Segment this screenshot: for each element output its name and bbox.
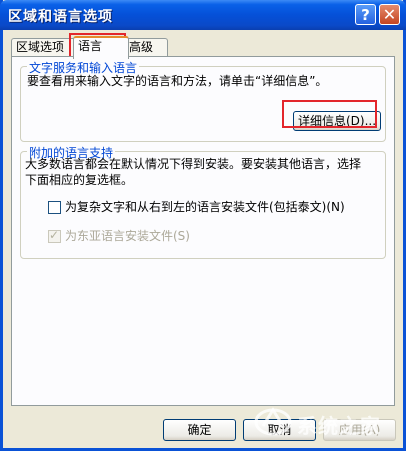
supplemental-description-line1: 大多数语言都会在默认情况下得到安装。要安装其他语言，选择 [25, 157, 362, 171]
east-asian-label[interactable]: 为东亚语言安装文件(S) [65, 228, 190, 244]
east-asian-checkbox[interactable]: ✓ [48, 228, 61, 243]
help-icon: ? [361, 6, 370, 24]
details-highlight [282, 100, 377, 128]
ok-button[interactable]: 确定 [163, 419, 236, 441]
tab-advanced[interactable]: 高级 [124, 38, 168, 57]
complex-script-label[interactable]: 为复杂文字和从右到左的语言安装文件(包括泰文)(N) [65, 199, 345, 215]
help-button[interactable]: ? [355, 4, 376, 25]
watermark-logo: 系统之家 [253, 400, 403, 446]
checkmark-icon: ✓ [49, 228, 60, 242]
complex-script-checkbox[interactable] [48, 201, 61, 214]
supplemental-language-group: 附加的语言支持 大多数语言都会在默认情况下得到安装。要安装其他语言，选择 下面相… [20, 144, 386, 259]
supplemental-description-line2: 下面相应的复选框。 [25, 173, 134, 187]
text-services-description: 要查看用来输入文字的语言和方法，请单击“详细信息”。 [27, 74, 328, 88]
close-button[interactable]: ✕ [379, 4, 400, 25]
window-title: 区域和语言选项 [8, 9, 113, 25]
dialog-window: 区域和语言选项 ? ✕ 区域选项 语言 高级 文字服务和输入语言 要查看用来输入… [0, 0, 406, 451]
tab-languages[interactable]: 语言 [73, 36, 129, 59]
logo-icon [254, 407, 292, 436]
title-bar[interactable]: 区域和语言选项 ? ✕ [0, 0, 406, 30]
close-icon: ✕ [382, 5, 397, 24]
watermark-text: 系统之家 [297, 414, 381, 438]
